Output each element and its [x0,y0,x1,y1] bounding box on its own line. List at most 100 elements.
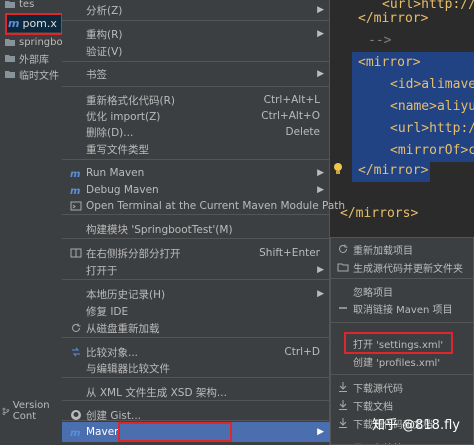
menu-item-label: 分析(Z) [86,4,123,17]
code-line: </mirror> [358,11,429,26]
code-line: <mirrorOf>c [390,143,474,158]
menu-item-shortcut: Ctrl+D [284,346,320,358]
submenu-item[interactable]: 重新加载项目 [331,240,473,258]
menu-item-label: 从磁盘重新加载 [86,322,160,335]
version-control-tab[interactable]: Version Cont [0,400,62,422]
submenu-arrow-icon: ▶ [317,69,324,79]
submenu-item-label: 下载文档 [353,401,393,413]
submenu-arrow-icon: ▶ [317,265,324,275]
submenu-item[interactable]: 下载源代码 [331,378,473,396]
menu-item-label: 删除(D)... [86,126,134,139]
menu-item-label: 构建模块 'SpringbootTest'(M) [86,223,233,236]
split-icon [70,247,82,259]
branch-icon [2,407,10,415]
menu-item[interactable]: 从 XML 文件生成 XSD 架构... [62,382,330,402]
submenu-item[interactable]: 显示有效的 POM [331,438,473,445]
github-icon [70,409,82,421]
code-line: </mirror> [358,163,429,178]
submenu-item-label: 显示有效的 POM [353,440,429,445]
menu-item[interactable]: 分析(Z) ▶ [62,0,330,20]
menu-item[interactable]: 从磁盘重新加载 [62,318,330,338]
menu-item-shortcut: Delete [285,126,321,138]
menu-separator [62,20,330,21]
submenu-item[interactable]: 取消链接 Maven 项目 [331,299,473,317]
submenu-arrow-icon: ▶ [317,427,324,437]
submenu-item[interactable]: 下载文档 [331,396,473,414]
watermark: 知乎 @818.fly [372,418,460,433]
menu-item[interactable]: 与编辑器比较文件 [62,358,330,378]
menu-item[interactable]: 重写文件类型 [62,139,330,159]
tree-item[interactable]: tes [4,0,34,12]
svg-text:m: m [70,428,80,438]
download-icon [337,399,349,411]
highlight-box-maven [118,422,232,442]
code-line: <url>http:/ [390,121,474,136]
folder-icon [4,68,16,80]
menu-item-label: 在右侧拆分部分打开 [86,247,181,260]
menu-item[interactable]: 验证(V) [62,41,330,61]
maven-icon: m [70,167,82,180]
menu-separator [62,61,330,62]
submenu-item-label: 创建 'profiles.xml' [353,357,441,369]
submenu-item[interactable]: 生成源代码并更新文件夹 [331,258,473,276]
lightbulb-icon[interactable] [332,162,344,176]
download-icon [337,417,349,429]
menu-item-label: 本地历史记录(H) [86,288,166,301]
submenu-item-label: 重新加载项目 [353,245,413,257]
submenu-separator [331,278,473,279]
menu-item-label: Run Maven [86,167,145,179]
maven-icon: m [70,184,82,197]
menu-item-label: 验证(V) [86,45,123,58]
tree-item[interactable]: 外部库 [4,50,49,66]
code-line: --> [368,33,392,48]
menu-item-label: 修复 IDE [86,305,129,318]
menu-item-label: 与编辑器比较文件 [86,362,170,375]
menu-item-shortcut: Ctrl+Alt+O [261,110,320,122]
folder-icon [4,36,16,48]
menu-item-label: 打开于 [86,264,118,277]
submenu-arrow-icon: ▶ [317,29,324,39]
maven-icon: m [70,426,82,439]
svg-text:m: m [70,169,80,179]
tree-item-label: springboo [19,36,62,48]
download-icon [337,381,349,393]
menu-item-shortcut: Ctrl+Alt+L [263,94,320,106]
submenu-separator [331,322,473,323]
menu-separator [62,159,330,160]
folder-icon [4,0,16,10]
submenu-item[interactable]: 忽略项目 [331,282,473,300]
code-line: <mirror> [358,55,421,70]
submenu-arrow-icon: ▶ [317,289,324,299]
menu-item-label: Debug Maven [86,184,159,196]
submenu-arrow-icon: ▶ [317,168,324,178]
reload-icon [337,243,349,255]
menu-item-shortcut: Shift+Enter [259,247,320,259]
menu-item[interactable]: 构建模块 'SpringbootTest'(M) [62,219,330,239]
version-control-label: Version Cont [12,400,50,422]
menu-item-label: 从 XML 文件生成 XSD 架构... [86,386,227,399]
submenu-item-label: 取消链接 Maven 项目 [353,304,453,316]
folder-icon [337,261,349,273]
menu-item-label: 书签 [86,68,107,81]
tree-item-label: 外部库 [19,54,49,66]
folder-icon [4,52,16,64]
menu-separator [62,86,330,87]
submenu-arrow-icon: ▶ [317,185,324,195]
highlight-box-settings [344,332,453,354]
submenu-item-label: 忽略项目 [353,287,393,299]
highlight-box-pom [5,13,62,35]
tree-item[interactable]: springboo [4,34,62,50]
submenu-item[interactable]: 创建 'profiles.xml' [331,352,473,370]
minus-icon [337,302,349,314]
project-tree-panel: tesspringboo外部库临时文件 m pom.x Version Cont [0,0,62,445]
menu-item[interactable]: Open Terminal at the Current Maven Modul… [62,196,345,216]
menu-item[interactable]: 书签 ▶ [62,64,330,84]
reload-icon [70,322,82,334]
submenu-item-label: 下载源代码 [353,383,403,395]
tree-item[interactable]: 临时文件 [4,66,59,82]
menu-item-label: 创建 Gist... [86,409,141,422]
submenu-item-label: 生成源代码并更新文件夹 [353,263,463,275]
code-line: <id>alimave [390,77,474,92]
tree-item-label: 临时文件 [19,70,59,82]
menu-item[interactable]: 打开于 ▶ [62,260,330,280]
